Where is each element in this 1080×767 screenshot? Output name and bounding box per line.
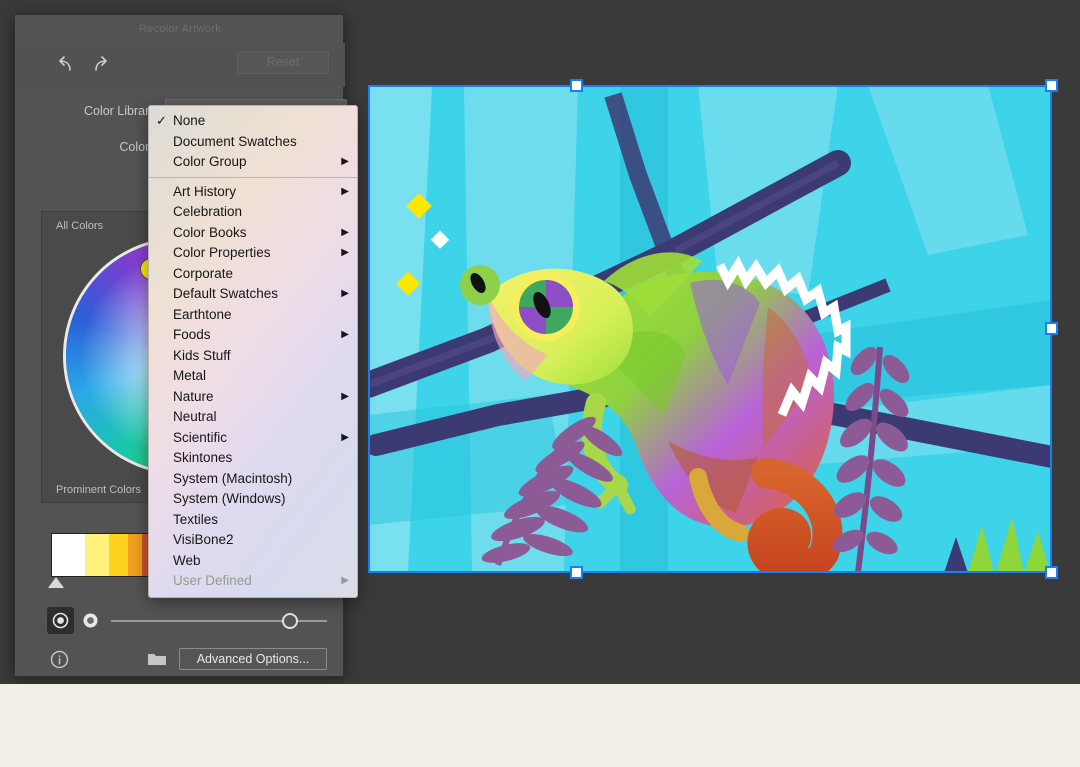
menu-item-label: Earthtone [173,306,232,322]
submenu-arrow-icon: ▶ [341,390,349,402]
menu-item-color-books[interactable]: Color Books ▶ [149,223,357,244]
submenu-arrow-icon: ▶ [341,288,349,299]
menu-item-art-history[interactable]: Art History ▶ [149,182,357,203]
menu-item-label: VisiBone2 [173,532,234,547]
menu-item-visibone2[interactable]: VisiBone2 [149,530,357,551]
menu-item-label: Metal [173,368,207,383]
artboard[interactable] [368,85,1052,573]
color-library-label: Color Library: [83,104,159,118]
menu-item-color-group[interactable]: Color Group ▶ [149,152,357,173]
menu-item-metal[interactable]: Metal [149,366,357,387]
menu-item-system-windows[interactable]: System (Windows) [149,489,357,510]
menu-item-web[interactable]: Web [149,551,357,572]
check-icon: ✓ [156,113,167,128]
prominent-colors-label: Prominent Colors [56,484,141,496]
all-colors-label: All Colors [56,220,104,232]
menu-item-document-swatches[interactable]: Document Swatches [149,132,357,153]
menu-item-foods[interactable]: Foods ▶ [149,325,357,346]
menu-item-nature[interactable]: Nature ▶ [149,387,357,408]
menu-item-color-properties[interactable]: Color Properties ▶ [149,243,357,264]
menu-item-label: Neutral [173,409,217,424]
submenu-arrow-icon: ▶ [341,431,349,443]
color-wheel-target-icon[interactable] [47,607,74,634]
submenu-arrow-icon: ▶ [341,329,349,340]
illustrator-window: Recolor Artwork Reset Color Library: Non… [0,0,1080,684]
menu-item-textiles[interactable]: Textiles [149,510,357,531]
menu-item-label: Web [173,552,201,568]
panel-title: Recolor Artwork [138,23,222,35]
menu-item-neutral[interactable]: Neutral [149,407,357,428]
menu-item-skintones[interactable]: Skintones [149,448,357,469]
menu-item-default-swatches[interactable]: Default Swatches ▶ [149,284,357,305]
menu-item-label: Nature [173,388,214,404]
menu-item-label: Default Swatches [173,286,279,301]
prominent-color-swatch[interactable] [85,534,110,576]
submenu-arrow-icon: ▶ [341,185,349,197]
menu-item-earthtone[interactable]: Earthtone [149,305,357,326]
selection-handle-bottom-middle[interactable] [570,566,583,579]
folder-icon[interactable] [145,648,169,670]
selection-handle-bottom-right[interactable] [1045,566,1058,579]
prominent-colors-marker[interactable] [48,577,64,588]
color-library-dropdown[interactable]: ✓ None Document Swatches Color Group ▶ Art Hi… [148,105,358,598]
caption-bar: 颜色库 @51CTO博客 [0,684,1080,767]
menu-item-label: System (Macintosh) [173,470,293,486]
submenu-arrow-icon: ▶ [341,247,349,258]
menu-item-label: Foods [173,327,211,342]
menu-item-label: Color Group [173,154,247,169]
color-slider-knob[interactable] [282,613,298,629]
menu-item-label: System (Windows) [173,491,286,506]
selection-handle-top-left[interactable] [570,79,583,92]
submenu-arrow-icon: ▶ [341,575,349,586]
menu-item-celebration[interactable]: Celebration [149,202,357,223]
screenshot-root: Recolor Artwork Reset Color Library: Non… [0,0,1080,767]
menu-item-label: Color Properties [173,245,271,260]
advanced-options-button[interactable]: Advanced Options... [179,648,327,670]
menu-item-kids-stuff[interactable]: Kids Stuff [149,346,357,367]
undo-arrow-icon[interactable] [51,52,77,78]
menu-separator [149,176,357,178]
menu-item-system-macintosh[interactable]: System (Macintosh) [149,469,357,490]
submenu-arrow-icon: ▶ [341,226,349,238]
selection-handle-top-right[interactable] [1045,79,1058,92]
prominent-color-swatch[interactable] [109,534,129,576]
menu-item-label: Art History [173,183,237,199]
reset-button[interactable]: Reset [237,51,329,74]
submenu-arrow-icon: ▶ [341,156,349,167]
menu-item-user-defined: User Defined ▶ [149,571,357,592]
menu-item-label: None [173,113,206,128]
menu-item-label: Skintones [173,450,233,465]
prominent-color-swatch[interactable] [128,534,143,576]
redo-arrow-icon[interactable] [89,52,115,78]
menu-item-label: Textiles [173,511,219,527]
menu-item-label: Scientific [173,429,228,445]
panel-toolbar: Reset [15,43,345,87]
menu-item-label: Corporate [173,265,234,281]
menu-item-none[interactable]: ✓ None [149,111,357,132]
menu-item-scientific[interactable]: Scientific ▶ [149,428,357,449]
color-dot-icon[interactable] [77,607,104,634]
prominent-color-swatch[interactable] [52,534,86,576]
menu-item-label: Color Books [173,224,247,240]
info-circle-icon[interactable] [47,648,71,670]
menu-item-label: Celebration [173,204,243,219]
menu-item-label: User Defined [173,573,252,588]
selection-handle-middle-right[interactable] [1045,322,1058,335]
menu-item-corporate[interactable]: Corporate [149,264,357,285]
menu-item-label: Document Swatches [173,133,297,149]
chameleon-illustration[interactable] [368,85,1052,573]
menu-item-label: Kids Stuff [173,347,231,363]
colors-label: Colors: [119,140,159,154]
